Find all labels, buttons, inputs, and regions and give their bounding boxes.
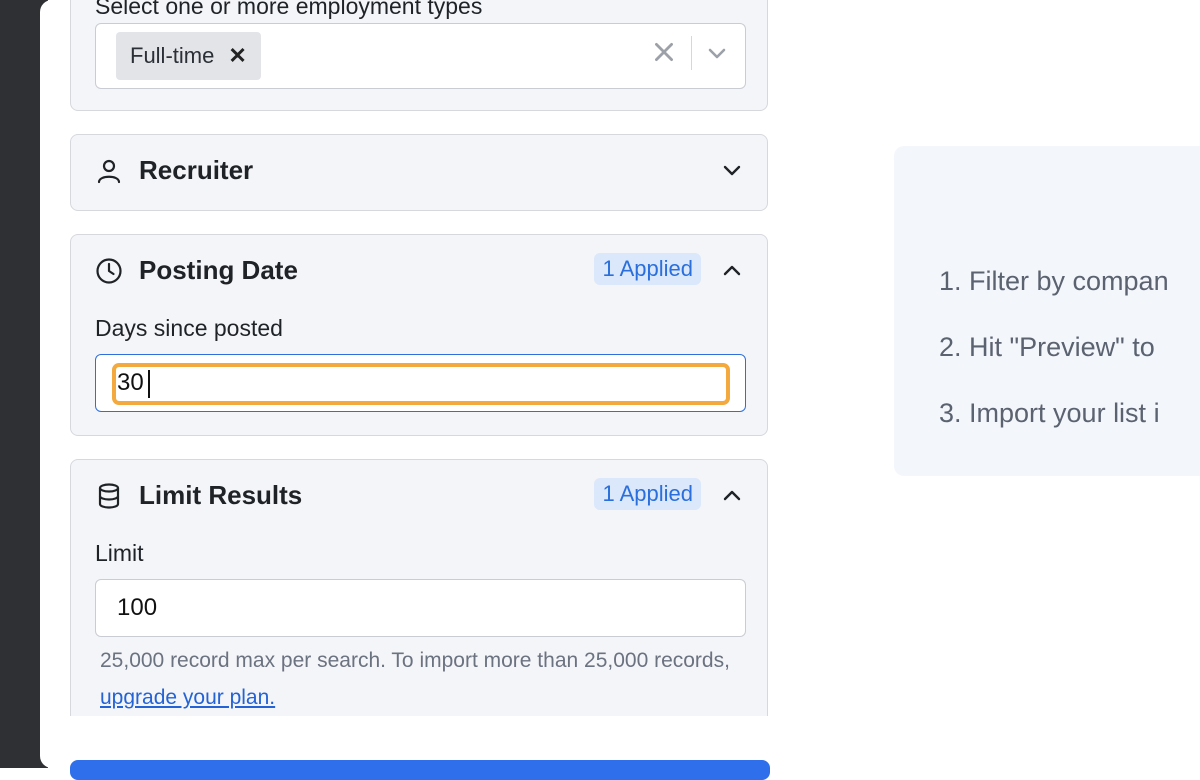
limit-help-text: 25,000 record max per search. To import …	[100, 642, 740, 716]
select-separator	[691, 36, 692, 70]
limit-value: 100	[117, 594, 158, 621]
recruiter-card[interactable]: Recruiter	[70, 134, 768, 211]
clock-icon	[96, 258, 122, 284]
text-caret	[148, 370, 150, 398]
step-1: 1. Filter by compan	[939, 266, 1169, 296]
clear-selection-icon[interactable]	[651, 39, 677, 65]
remove-chip-icon[interactable]: ✕	[228, 43, 246, 69]
person-icon	[97, 159, 121, 184]
chevron-up-icon[interactable]	[721, 259, 743, 281]
upgrade-plan-link[interactable]: upgrade your plan.	[100, 686, 275, 709]
days-since-posted-input[interactable]: 30	[95, 354, 746, 412]
employment-type-card: Select one or more employment types Full…	[70, 0, 768, 111]
recruiter-title: Recruiter	[139, 155, 254, 185]
recruiter-header[interactable]: Recruiter	[71, 135, 767, 205]
posting-date-card: Posting Date 1 Applied Days since posted…	[70, 234, 768, 436]
posting-date-header[interactable]: Posting Date 1 Applied	[71, 235, 767, 305]
chevron-up-icon[interactable]	[721, 484, 743, 506]
chevron-down-icon[interactable]	[721, 159, 743, 181]
chevron-down-icon[interactable]	[705, 41, 729, 65]
help-text: 25,000 record max per search. To import …	[100, 649, 730, 672]
step-3: 3. Import your list i	[939, 398, 1160, 428]
employment-type-select[interactable]: Full-time ✕	[95, 23, 746, 89]
chip-full-time: Full-time ✕	[116, 32, 261, 80]
instructions-panel: 1. Filter by compan 2. Hit "Preview" to …	[894, 146, 1200, 476]
limit-results-title: Limit Results	[139, 480, 303, 510]
chip-label: Full-time	[130, 43, 215, 68]
applied-badge: 1 Applied	[594, 478, 701, 510]
focus-highlight	[112, 363, 730, 405]
filter-panel[interactable]: Select one or more employment types Full…	[70, 0, 770, 716]
step-2: 2. Hit "Preview" to	[939, 332, 1155, 362]
limit-label: Limit	[95, 540, 144, 566]
posting-date-title: Posting Date	[139, 255, 298, 285]
applied-badge: 1 Applied	[594, 253, 701, 285]
primary-action-button[interactable]	[70, 760, 770, 780]
employment-type-label: Select one or more employment types	[95, 0, 483, 19]
limit-results-header[interactable]: Limit Results 1 Applied	[71, 460, 767, 530]
limit-input[interactable]: 100	[95, 579, 746, 637]
database-icon	[98, 483, 120, 509]
days-since-posted-label: Days since posted	[95, 315, 283, 341]
days-since-posted-value: 30	[117, 369, 144, 396]
